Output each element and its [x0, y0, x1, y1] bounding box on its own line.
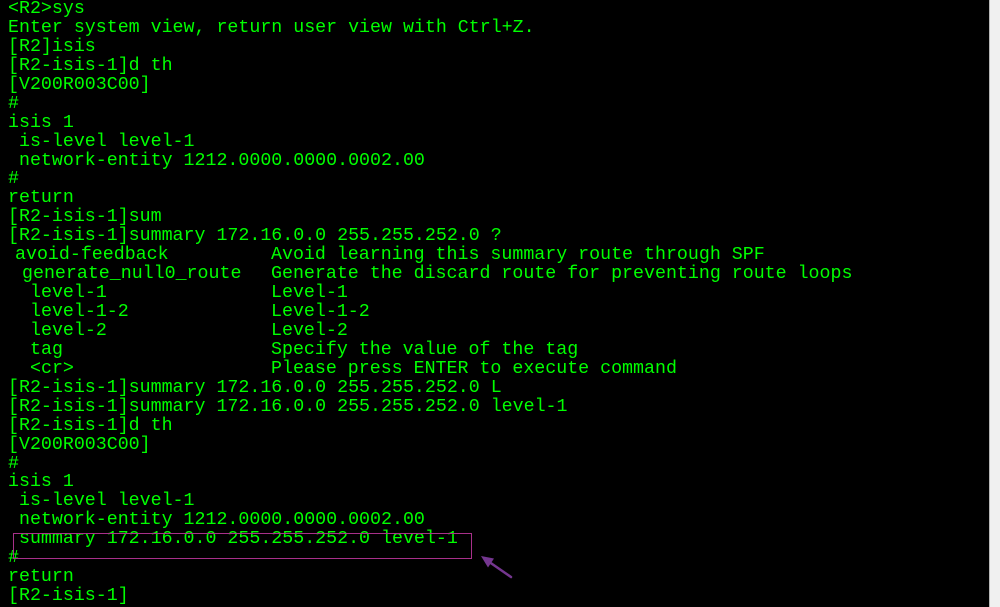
config-line-is-level: is-level level-1	[8, 131, 195, 152]
help-row-tag: tag Specify the value of the tag	[8, 339, 989, 360]
config-line-network-entity: network-entity 1212.0000.0000.0002.00	[8, 510, 425, 531]
config-return-line: return	[8, 567, 74, 588]
help-keyword: <cr>	[30, 358, 74, 379]
config-line-summary: summary 172.16.0.0 255.255.252.0 level-1	[8, 529, 458, 550]
config-line-network-entity: network-entity 1212.0000.0000.0002.00	[8, 150, 425, 171]
config-separator: #	[8, 548, 19, 569]
help-description: Level-1	[271, 283, 348, 304]
help-keyword: level-2	[30, 320, 107, 341]
terminal-lines: <R2>sys Enter system view, return user v…	[0, 0, 989, 606]
command-line-summary-partial: [R2-isis-1]summary 172.16.0.0 255.255.25…	[8, 377, 502, 398]
help-description: Please press ENTER to execute command	[271, 358, 677, 379]
command-line-isis: [R2]isis	[8, 36, 96, 57]
help-keyword: tag	[30, 339, 63, 360]
config-separator: #	[8, 93, 19, 114]
command-line-display: [R2-isis-1]d th	[8, 415, 173, 436]
help-row-level-2: level-2 Level-2	[8, 320, 989, 341]
current-prompt[interactable]: [R2-isis-1]	[8, 587, 989, 606]
help-description: Generate the discard route for preventin…	[271, 264, 853, 285]
help-description: Avoid learning this summary route throug…	[271, 245, 765, 266]
system-message: Enter system view, return user view with…	[8, 17, 535, 38]
config-line-isis: isis 1	[8, 472, 74, 493]
help-keyword: generate_null0_route	[22, 264, 242, 285]
command-line-sys: <R2>sys	[8, 0, 85, 19]
help-description: Specify the value of the tag	[271, 339, 579, 360]
config-version-line: [V200R003C00]	[8, 74, 151, 95]
help-keyword: level-1	[30, 283, 107, 304]
help-row-level-1-2: level-1-2 Level-1-2	[8, 303, 989, 322]
help-keyword: avoid-feedback	[15, 245, 169, 266]
config-separator: #	[8, 453, 19, 474]
config-separator: #	[8, 169, 19, 190]
help-row-generate-null0-route: generate_null0_route Generate the discar…	[8, 265, 989, 284]
command-line-sum: [R2-isis-1]sum	[8, 207, 162, 228]
vertical-scrollbar[interactable]	[989, 0, 1000, 607]
config-return-line: return	[8, 188, 74, 209]
terminal-window: <R2>sys Enter system view, return user v…	[0, 0, 1000, 607]
command-line-summary-help: [R2-isis-1]summary 172.16.0.0 255.255.25…	[8, 226, 502, 247]
terminal-output[interactable]: <R2>sys Enter system view, return user v…	[0, 0, 989, 607]
config-version-line: [V200R003C00]	[8, 434, 151, 455]
help-keyword: level-1-2	[30, 302, 129, 322]
config-line-isis: isis 1	[8, 112, 74, 133]
help-row-cr: <cr> Please press ENTER to execute comma…	[8, 358, 989, 379]
config-line-is-level: is-level level-1	[8, 491, 195, 512]
help-row-level-1: level-1 Level-1	[8, 284, 989, 303]
command-line-display: [R2-isis-1]d th	[8, 55, 173, 76]
command-line-summary-level-1: [R2-isis-1]summary 172.16.0.0 255.255.25…	[8, 396, 568, 417]
help-row-avoid-feedback: avoid-feedback Avoid learning this summa…	[8, 246, 989, 265]
help-description: Level-2	[271, 320, 348, 341]
help-description: Level-1-2	[271, 302, 370, 322]
